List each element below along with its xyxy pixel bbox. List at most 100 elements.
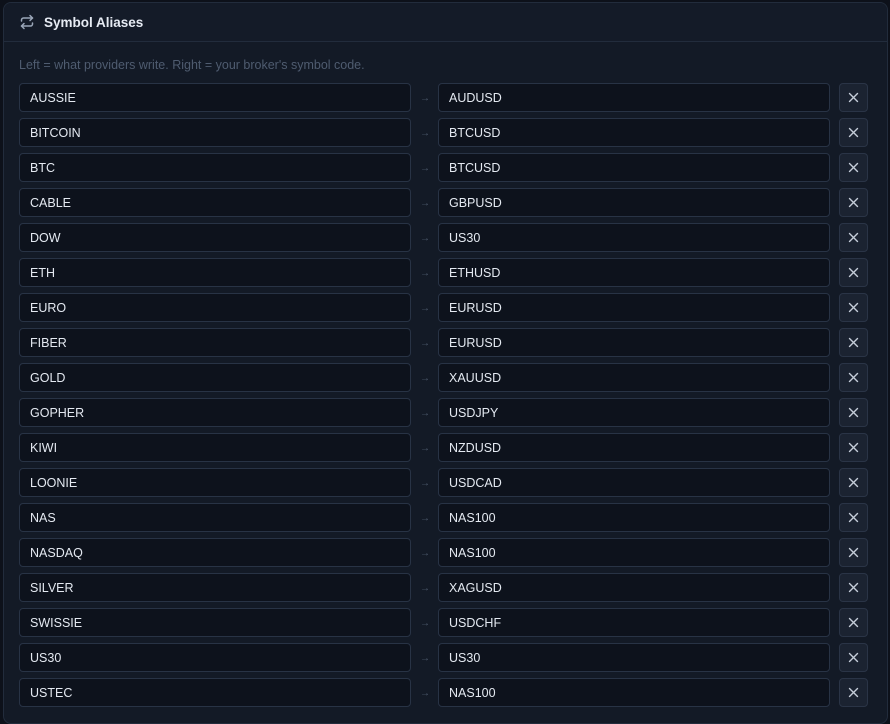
- close-icon: [848, 582, 859, 593]
- delete-alias-button[interactable]: [839, 83, 868, 112]
- alias-row: →: [19, 433, 869, 468]
- delete-alias-button[interactable]: [839, 188, 868, 217]
- alias-input[interactable]: [19, 258, 411, 287]
- delete-alias-button[interactable]: [839, 468, 868, 497]
- hint-text: Left = what providers write. Right = you…: [19, 58, 365, 72]
- arrow-right-icon: →: [420, 443, 430, 454]
- alias-row: →: [19, 538, 869, 573]
- alias-row: →: [19, 573, 869, 608]
- arrow-right-icon: →: [420, 548, 430, 559]
- broker-symbol-input[interactable]: [438, 678, 830, 707]
- delete-alias-button[interactable]: [839, 433, 868, 462]
- close-icon: [848, 652, 859, 663]
- delete-alias-button[interactable]: [839, 643, 868, 672]
- alias-input[interactable]: [19, 503, 411, 532]
- alias-input[interactable]: [19, 573, 411, 602]
- alias-row: →: [19, 678, 869, 713]
- alias-input[interactable]: [19, 188, 411, 217]
- broker-symbol-input[interactable]: [438, 363, 830, 392]
- alias-row: →: [19, 188, 869, 223]
- alias-input[interactable]: [19, 223, 411, 252]
- alias-input[interactable]: [19, 433, 411, 462]
- alias-row: →: [19, 293, 869, 328]
- alias-input[interactable]: [19, 153, 411, 182]
- arrow-right-icon: →: [420, 163, 430, 174]
- broker-symbol-input[interactable]: [438, 258, 830, 287]
- broker-symbol-input[interactable]: [438, 153, 830, 182]
- delete-alias-button[interactable]: [839, 573, 868, 602]
- delete-alias-button[interactable]: [839, 678, 868, 707]
- arrow-right-icon: →: [420, 303, 430, 314]
- delete-alias-button[interactable]: [839, 153, 868, 182]
- broker-symbol-input[interactable]: [438, 608, 830, 637]
- broker-symbol-input[interactable]: [438, 83, 830, 112]
- alias-input[interactable]: [19, 118, 411, 147]
- delete-alias-button[interactable]: [839, 503, 868, 532]
- alias-row: →: [19, 398, 869, 433]
- alias-row: →: [19, 503, 869, 538]
- delete-alias-button[interactable]: [839, 538, 868, 567]
- close-icon: [848, 687, 859, 698]
- delete-alias-button[interactable]: [839, 398, 868, 427]
- repeat-icon: [19, 14, 35, 30]
- alias-row: →: [19, 83, 869, 118]
- alias-input[interactable]: [19, 363, 411, 392]
- alias-input[interactable]: [19, 398, 411, 427]
- close-icon: [848, 512, 859, 523]
- arrow-right-icon: →: [420, 583, 430, 594]
- alias-input[interactable]: [19, 608, 411, 637]
- arrow-right-icon: →: [420, 93, 430, 104]
- arrow-right-icon: →: [420, 233, 430, 244]
- broker-symbol-input[interactable]: [438, 503, 830, 532]
- alias-input[interactable]: [19, 468, 411, 497]
- delete-alias-button[interactable]: [839, 293, 868, 322]
- broker-symbol-input[interactable]: [438, 433, 830, 462]
- close-icon: [848, 267, 859, 278]
- close-icon: [848, 337, 859, 348]
- broker-symbol-input[interactable]: [438, 398, 830, 427]
- alias-input[interactable]: [19, 678, 411, 707]
- alias-row: →: [19, 328, 869, 363]
- close-icon: [848, 547, 859, 558]
- broker-symbol-input[interactable]: [438, 293, 830, 322]
- close-icon: [848, 372, 859, 383]
- close-icon: [848, 302, 859, 313]
- broker-symbol-input[interactable]: [438, 223, 830, 252]
- broker-symbol-input[interactable]: [438, 468, 830, 497]
- delete-alias-button[interactable]: [839, 223, 868, 252]
- delete-alias-button[interactable]: [839, 328, 868, 357]
- broker-symbol-input[interactable]: [438, 643, 830, 672]
- alias-input[interactable]: [19, 293, 411, 322]
- close-icon: [848, 232, 859, 243]
- symbol-aliases-panel: Symbol Aliases Left = what providers wri…: [3, 2, 888, 724]
- arrow-right-icon: →: [420, 128, 430, 139]
- alias-row: →: [19, 363, 869, 398]
- alias-input[interactable]: [19, 538, 411, 567]
- alias-input[interactable]: [19, 643, 411, 672]
- alias-row: →: [19, 468, 869, 503]
- close-icon: [848, 442, 859, 453]
- broker-symbol-input[interactable]: [438, 538, 830, 567]
- close-icon: [848, 617, 859, 628]
- arrow-right-icon: →: [420, 373, 430, 384]
- arrow-right-icon: →: [420, 338, 430, 349]
- broker-symbol-input[interactable]: [438, 328, 830, 357]
- close-icon: [848, 197, 859, 208]
- alias-row: →: [19, 153, 869, 188]
- broker-symbol-input[interactable]: [438, 188, 830, 217]
- delete-alias-button[interactable]: [839, 258, 868, 287]
- arrow-right-icon: →: [420, 268, 430, 279]
- arrow-right-icon: →: [420, 688, 430, 699]
- delete-alias-button[interactable]: [839, 363, 868, 392]
- broker-symbol-input[interactable]: [438, 118, 830, 147]
- alias-input[interactable]: [19, 328, 411, 357]
- broker-symbol-input[interactable]: [438, 573, 830, 602]
- arrow-right-icon: →: [420, 408, 430, 419]
- delete-alias-button[interactable]: [839, 118, 868, 147]
- arrow-right-icon: →: [420, 478, 430, 489]
- delete-alias-button[interactable]: [839, 608, 868, 637]
- close-icon: [848, 162, 859, 173]
- close-icon: [848, 127, 859, 138]
- alias-input[interactable]: [19, 83, 411, 112]
- alias-row: →: [19, 258, 869, 293]
